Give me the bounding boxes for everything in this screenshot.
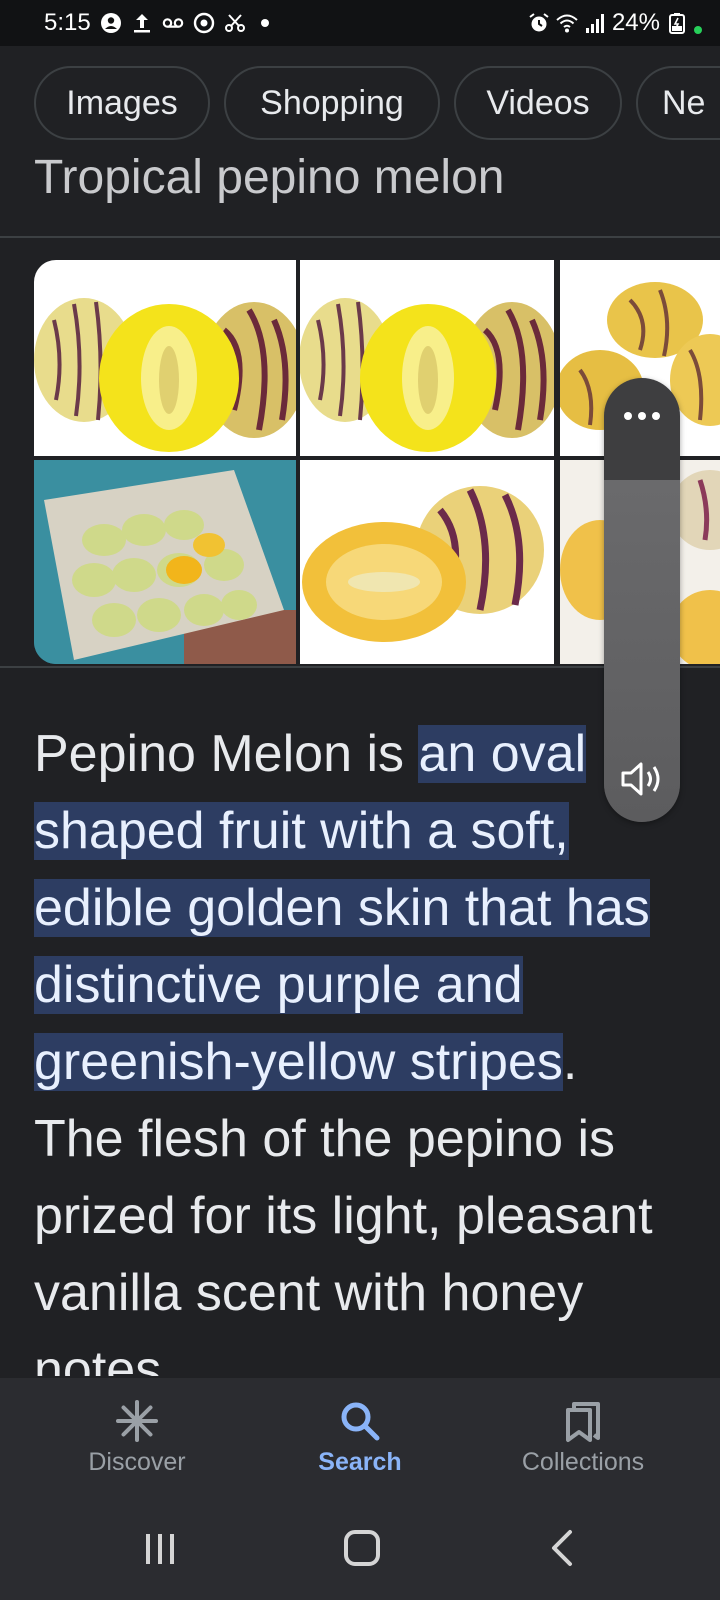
- divider: [0, 236, 720, 238]
- account-icon: [100, 13, 121, 33]
- description-paragraph: Pepino Melon is an oval shaped fruit wit…: [34, 716, 674, 1376]
- nav-discover[interactable]: Discover: [17, 1378, 257, 1496]
- asterisk-icon: [116, 1400, 158, 1442]
- status-bar: 5:15 24%: [0, 0, 720, 46]
- search-icon: [341, 1402, 380, 1441]
- pepino-image-4[interactable]: [34, 460, 296, 664]
- home-icon: [344, 1530, 380, 1566]
- upload-icon: [133, 14, 150, 33]
- section-title: Tropical pepino melon: [34, 151, 505, 204]
- pepino-image-2[interactable]: [300, 260, 554, 456]
- chip-images[interactable]: Images: [34, 66, 210, 140]
- sync-icon: [193, 12, 214, 34]
- notification-dot: [260, 19, 269, 27]
- chip-label: Images: [66, 83, 178, 122]
- filter-chip-row: Images Shopping Videos Ne: [0, 46, 720, 164]
- nav-label: Collections: [521, 1448, 645, 1476]
- pepino-image-5[interactable]: [300, 460, 554, 664]
- nav-search[interactable]: Search: [240, 1378, 480, 1496]
- nav-label: Discover: [88, 1448, 186, 1476]
- back-icon: [552, 1530, 572, 1566]
- recent-apps-button[interactable]: [100, 1496, 220, 1600]
- more-options-icon[interactable]: [604, 396, 680, 436]
- nav-label: Search: [318, 1448, 402, 1476]
- bottom-navigation: Discover Search Collections: [0, 1378, 720, 1496]
- signal-icon: [585, 14, 604, 33]
- paragraph-intro: Pepino Melon is: [34, 725, 419, 783]
- status-right: 24%: [528, 0, 702, 46]
- chip-news[interactable]: Ne: [636, 66, 720, 140]
- chip-label: Ne: [662, 83, 706, 122]
- battery-icon: [669, 13, 685, 34]
- status-time: 5:15: [44, 9, 91, 36]
- back-button[interactable]: [504, 1496, 624, 1600]
- alarm-icon: [529, 13, 549, 32]
- bookmarks-icon: [566, 1402, 600, 1442]
- wifi-icon: [556, 14, 578, 33]
- chip-shopping[interactable]: Shopping: [224, 66, 440, 140]
- chip-label: Shopping: [260, 83, 404, 122]
- system-navigation-bar: [0, 1496, 720, 1600]
- scissors-icon: [224, 14, 245, 32]
- speaker-icon[interactable]: [604, 754, 680, 804]
- status-left: 5:15: [44, 0, 269, 46]
- privacy-dot: [694, 26, 702, 34]
- pepino-image-1[interactable]: [34, 260, 296, 456]
- home-button[interactable]: [302, 1496, 422, 1600]
- chip-label: Videos: [486, 83, 590, 122]
- voicemail-icon: [162, 18, 183, 28]
- volume-panel[interactable]: [604, 378, 680, 822]
- chip-videos[interactable]: Videos: [454, 66, 622, 140]
- battery-percent: 24%: [611, 9, 660, 36]
- recent-apps-icon: [146, 1534, 174, 1564]
- nav-collections[interactable]: Collections: [463, 1378, 703, 1496]
